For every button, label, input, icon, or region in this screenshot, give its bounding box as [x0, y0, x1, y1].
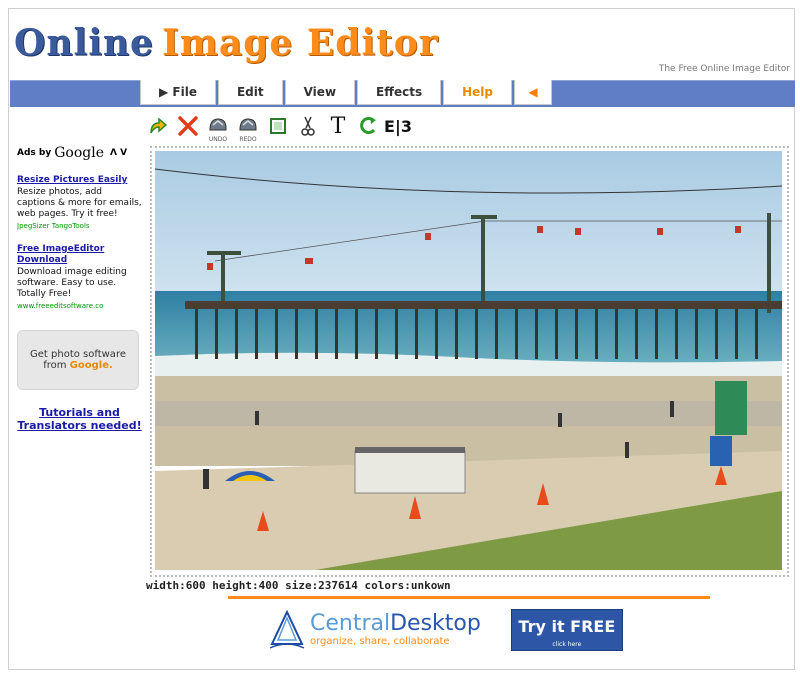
ad-nav-arrows[interactable]: Λ V: [110, 148, 127, 158]
delete-icon[interactable]: [175, 113, 201, 139]
redo-icon[interactable]: REDO: [235, 113, 261, 143]
centraldesktop-tagline: organize, share, collaborate: [310, 636, 450, 647]
google-logo: Google: [54, 145, 104, 161]
menu-help[interactable]: Help: [443, 80, 512, 105]
ad-title-resize[interactable]: Resize Pictures Easily: [17, 175, 142, 186]
text-icon[interactable]: T: [325, 113, 351, 139]
undo-caption: UNDO: [208, 136, 228, 143]
sidebar: Ads by Google Λ V Resize Pictures Easily…: [17, 145, 142, 432]
ad-desc: Download image editing software. Easy to…: [17, 267, 127, 299]
ad-desc: Resize photos, add captions & more for e…: [17, 187, 142, 219]
logo-word-image-editor: Image Editor: [161, 22, 439, 64]
ad-item: Resize Pictures Easily Resize photos, ad…: [17, 175, 142, 230]
try-free-label: Try it FREE: [518, 617, 616, 636]
toolbar: UNDO REDO T E|3: [145, 110, 415, 143]
text-glyph: T: [330, 113, 346, 139]
google-promo[interactable]: Get photo software from Google.: [17, 330, 139, 390]
image-canvas[interactable]: [150, 146, 789, 577]
tutorials-link[interactable]: Tutorials and Translators needed!: [17, 406, 142, 432]
flip-glyph: E|3: [384, 116, 412, 136]
upload-icon[interactable]: [145, 113, 171, 139]
cut-icon[interactable]: [295, 113, 321, 139]
ad-url[interactable]: www.freeeditsoftware.co: [17, 302, 142, 310]
redo-caption: REDO: [239, 136, 257, 143]
main-menu: ▶ File Edit View Effects Help ◀: [140, 80, 552, 106]
menu-edit[interactable]: Edit: [217, 80, 283, 105]
centraldesktop-banner[interactable]: CentralDesktop organize, share, collabor…: [228, 600, 710, 660]
centraldesktop-logo: CentralDesktop organize, share, collabor…: [268, 610, 481, 650]
app-logo[interactable]: Online Image Editor: [14, 22, 439, 64]
collapse-menu-button[interactable]: ◀: [513, 80, 552, 105]
brand-desktop: Desktop: [390, 611, 481, 636]
tagline: The Free Online Image Editor: [658, 64, 790, 74]
image-info: width:600 height:400 size:237614 colors:…: [146, 579, 451, 592]
centraldesktop-name: CentralDesktop: [310, 613, 481, 635]
ad-item: Free ImageEditor Download Download image…: [17, 244, 142, 310]
flip-icon[interactable]: E|3: [384, 113, 412, 139]
banner-divider: [228, 596, 710, 599]
ads-by-label: Ads by: [17, 148, 52, 158]
promo-from: from: [43, 360, 67, 371]
try-free-button[interactable]: Try it FREE click here: [510, 609, 623, 651]
ads-by-google[interactable]: Ads by Google Λ V: [17, 145, 142, 161]
brand-central: Central: [310, 611, 391, 636]
menu-file[interactable]: ▶ File: [140, 80, 216, 105]
undo-icon[interactable]: UNDO: [205, 113, 231, 143]
ad-url[interactable]: JpegSizer TangoTools: [17, 222, 142, 230]
menu-effects[interactable]: Effects: [357, 80, 442, 105]
try-free-sublabel: click here: [552, 641, 582, 648]
crop-icon[interactable]: [265, 113, 291, 139]
promo-google: Google.: [69, 360, 113, 371]
menu-view[interactable]: View: [284, 80, 356, 105]
centraldesktop-logo-icon: [269, 610, 305, 649]
ad-title-free-editor[interactable]: Free ImageEditor Download: [17, 244, 142, 266]
logo-word-online: Online: [14, 22, 154, 64]
beach-photo: [155, 151, 782, 570]
promo-line1: Get photo software: [30, 349, 126, 360]
rotate-icon[interactable]: [355, 113, 381, 139]
